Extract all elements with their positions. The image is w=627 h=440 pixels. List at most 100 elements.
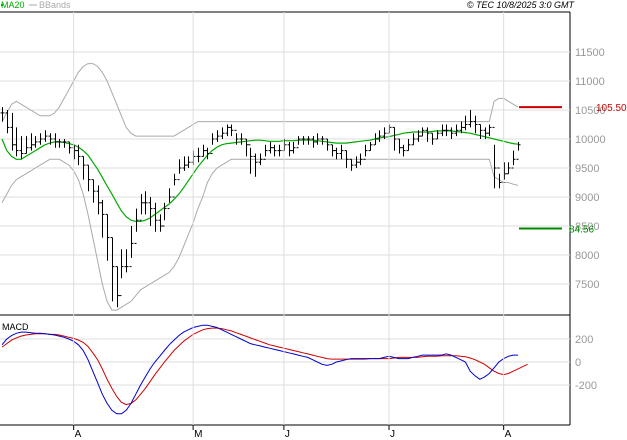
header-legend: MA20 BBands © TEC 10/8/2025 3:0 GMT xyxy=(1,0,575,10)
ohlc-bar xyxy=(502,162,507,183)
bollinger-bands xyxy=(1,63,519,311)
ohlc-bar xyxy=(401,144,406,157)
signal-line xyxy=(1,327,528,406)
ohlc-bar xyxy=(167,188,172,210)
x-tick-label: J xyxy=(285,429,290,440)
ohlc-bar xyxy=(86,164,91,192)
ohlc-bar xyxy=(186,156,191,168)
ohlc-bar xyxy=(105,213,110,261)
bb-lower-line xyxy=(1,158,519,311)
price-tick-label: 8000 xyxy=(575,250,599,262)
price-levels: 105.50 84.56 xyxy=(519,103,627,236)
price-y-axis: 7500800085009000950010000105001100011500 xyxy=(575,47,606,291)
ohlc-bar xyxy=(330,144,335,157)
macd-line xyxy=(1,324,518,415)
source-timestamp: © TEC 10/8/2025 3:0 GMT xyxy=(467,0,576,10)
ohlc-bar xyxy=(139,194,144,221)
ohlc-bar xyxy=(153,202,158,232)
ohlc-bar xyxy=(325,138,330,151)
ohlc-bar xyxy=(291,141,296,154)
ohlc-bar xyxy=(368,141,373,152)
ohlc-bar xyxy=(454,124,459,137)
ohlc-bar xyxy=(339,144,344,160)
ohlc-bar xyxy=(215,130,220,142)
ma20-line xyxy=(1,130,519,222)
ohlc-bar xyxy=(225,124,230,137)
ohlc-bar xyxy=(119,249,124,297)
ohlc-bar xyxy=(129,226,134,268)
ohlc-bar xyxy=(463,115,468,131)
x-tick-label: A xyxy=(75,429,82,440)
ohlc-bar xyxy=(296,136,301,149)
ohlc-bar xyxy=(311,136,316,148)
ohlc-bar xyxy=(72,144,77,160)
ohlc-bar xyxy=(397,138,402,154)
ohlc-bar xyxy=(497,167,502,189)
support-label: 84.56 xyxy=(569,225,594,236)
ohlc-bar xyxy=(124,249,129,273)
ohlc-bar xyxy=(239,133,244,145)
macd-y-axis: -200 0 200 xyxy=(575,334,597,392)
price-grid xyxy=(0,51,570,285)
stock-chart: MA20 BBands © TEC 10/8/2025 3:0 GMT MACD… xyxy=(0,0,627,440)
ohlc-bar xyxy=(96,185,101,215)
ohlc-bar xyxy=(57,139,62,148)
ohlc-bar xyxy=(29,133,34,151)
ohlc-bar xyxy=(444,124,449,137)
macd-tick-label: 200 xyxy=(575,334,593,346)
price-tick-label: 11000 xyxy=(575,76,605,88)
ma20-polyline xyxy=(1,130,519,222)
ohlc-bar xyxy=(115,266,120,308)
ohlc-bar xyxy=(253,153,258,177)
ohlc-bar xyxy=(10,112,15,151)
ohlc-bar xyxy=(158,214,163,232)
ohlc-bar xyxy=(435,130,440,140)
macd-panel-label: MACD xyxy=(2,322,29,332)
resistance-label: 105.50 xyxy=(596,103,627,114)
ohlc-bar xyxy=(229,124,234,137)
ohlc-bar xyxy=(263,144,268,160)
price-tick-label: 9500 xyxy=(575,163,599,175)
ohlc-bar xyxy=(487,124,492,137)
x-tick-label: A xyxy=(505,429,512,440)
ohlc-bar xyxy=(272,144,277,157)
price-tick-label: 10000 xyxy=(575,134,606,146)
ohlc-bar xyxy=(354,156,359,168)
ohlc-bar xyxy=(334,147,339,160)
x-tick-label: J xyxy=(390,429,395,440)
bb-upper-line xyxy=(1,63,519,137)
ohlc-bar xyxy=(277,144,282,157)
macd-grid xyxy=(0,338,570,386)
price-tick-label: 11500 xyxy=(575,47,605,59)
ohlc-bars xyxy=(0,107,521,308)
x-tick-label: M xyxy=(194,429,202,440)
ohlc-bar xyxy=(182,156,187,171)
price-tick-label: 9000 xyxy=(575,192,599,204)
ma-legend-label: MA20 xyxy=(1,0,25,10)
bbands-legend-label: BBands xyxy=(39,0,71,10)
ohlc-bar xyxy=(0,107,5,122)
macd-lines xyxy=(1,324,528,415)
ohlc-bar xyxy=(478,124,483,139)
ohlc-bar xyxy=(363,144,368,160)
ohlc-bar xyxy=(449,127,454,139)
ohlc-bar xyxy=(268,141,273,154)
ohlc-bar xyxy=(320,136,325,145)
ohlc-bar xyxy=(177,159,182,181)
macd-tick-label: 0 xyxy=(575,357,581,369)
ohlc-bar xyxy=(19,136,24,160)
ohlc-bar xyxy=(43,130,48,142)
ohlc-bar xyxy=(91,179,96,203)
ohlc-bar xyxy=(492,126,497,189)
ohlc-bar xyxy=(33,136,38,148)
ohlc-bar xyxy=(172,173,177,198)
ohlc-bar xyxy=(100,199,105,238)
ohlc-bar xyxy=(473,115,478,134)
ohlc-bar xyxy=(14,127,19,157)
ohlc-bar xyxy=(143,191,148,215)
ohlc-bar xyxy=(468,110,473,128)
ohlc-bar xyxy=(377,130,382,142)
ohlc-bar xyxy=(220,127,225,139)
ohlc-bar xyxy=(110,237,115,302)
ohlc-bar xyxy=(201,144,206,157)
